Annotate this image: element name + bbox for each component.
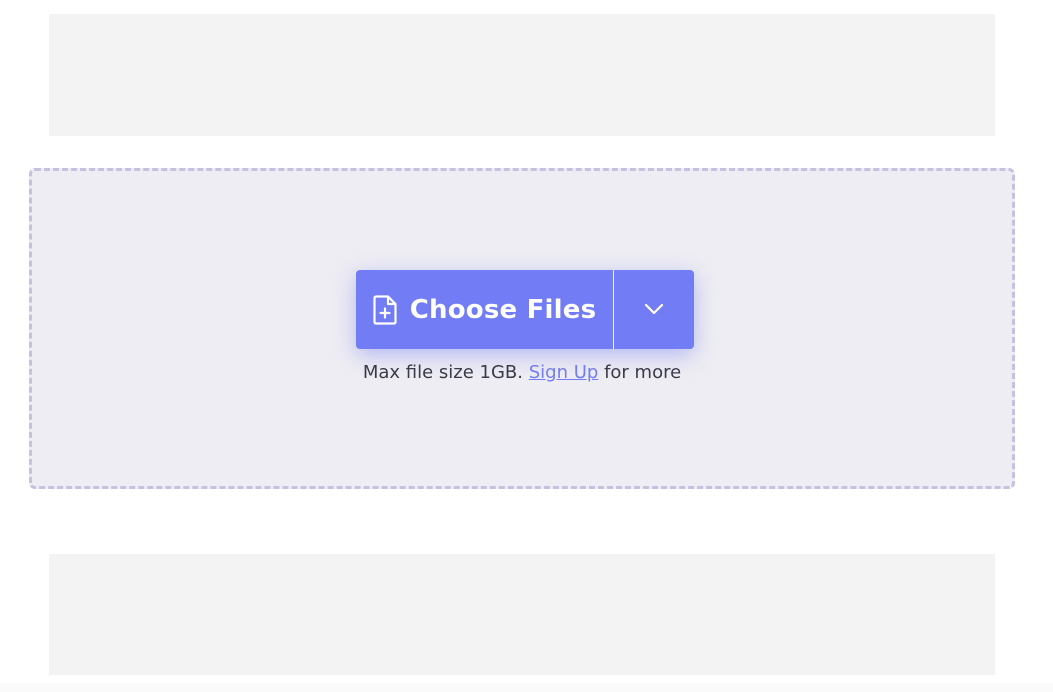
- page-bottom-strip: [0, 683, 1053, 692]
- note-suffix: for more: [604, 362, 682, 383]
- ad-placeholder-bottom: [49, 554, 995, 675]
- file-plus-icon: [373, 294, 399, 325]
- upload-button-group: Choose Files: [356, 270, 694, 349]
- file-dropzone[interactable]: Choose Files Max file size 1GB. Sign Up …: [29, 168, 1015, 489]
- max-file-size-note: Max file size 1GB. Sign Up for more: [32, 362, 1012, 383]
- note-prefix: Max file size 1GB.: [362, 362, 523, 383]
- upload-source-dropdown-button[interactable]: [614, 270, 694, 349]
- sign-up-link[interactable]: Sign Up: [529, 362, 599, 383]
- choose-files-label: Choose Files: [409, 294, 597, 325]
- choose-files-button[interactable]: Choose Files: [356, 270, 613, 349]
- chevron-down-icon: [644, 300, 664, 319]
- ad-placeholder-top: [49, 14, 995, 136]
